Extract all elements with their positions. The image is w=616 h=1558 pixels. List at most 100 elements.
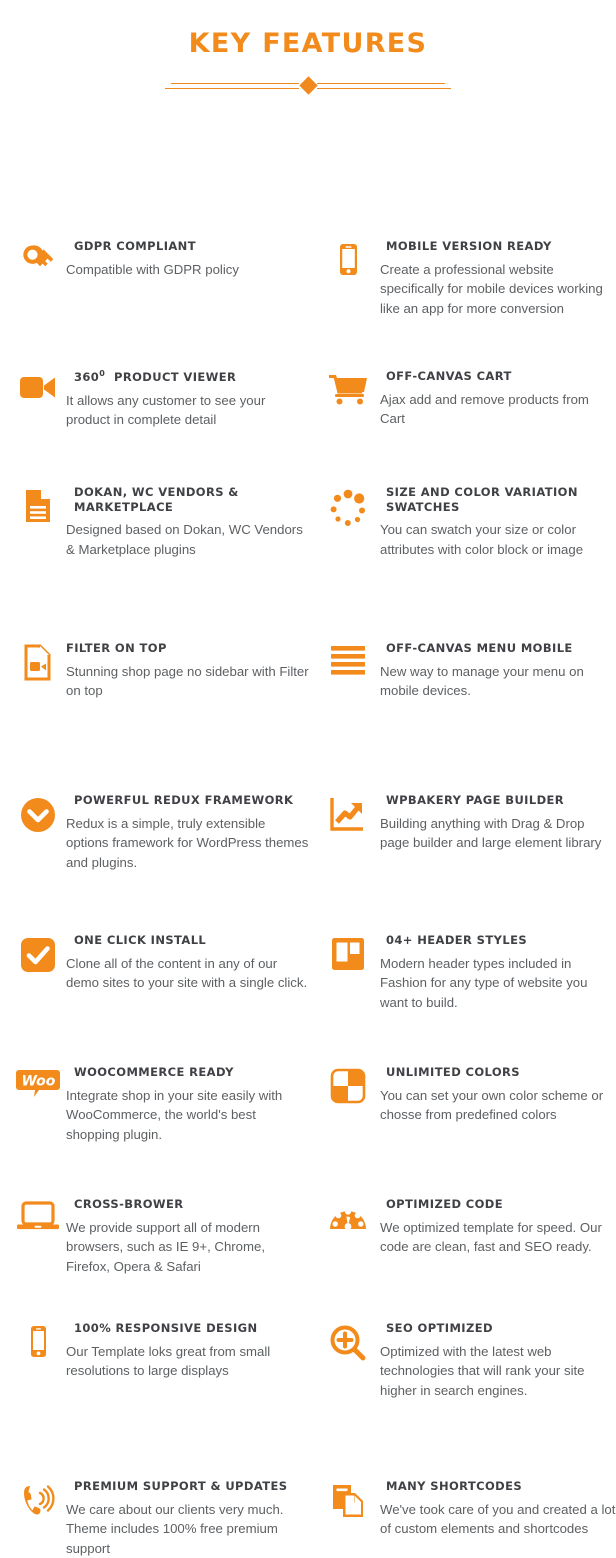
feature-text: WOOCOMMERCE READY Integrate shop in your… — [66, 1065, 310, 1144]
feature-item: 04+ HEADER STYLES Modern header types in… — [320, 933, 616, 1012]
mobile-phone-icon — [320, 239, 376, 281]
feature-item: MANY SHORTCODES We've took care of you a… — [320, 1479, 616, 1539]
feature-description: Optimized with the latest web technologi… — [380, 1343, 585, 1398]
feature-text: OFF-CANVAS MENU MOBILE New way to manage… — [376, 641, 616, 701]
feature-item: UNLIMITED COLORS You can set your own co… — [320, 1065, 616, 1125]
feature-description: Designed based on Dokan, WC Vendors & Ma… — [66, 522, 303, 557]
feature-title: MANY SHORTCODES — [386, 1479, 523, 1493]
feature-title: WOOCOMMERCE READY — [74, 1065, 234, 1079]
feature-title: FILTER ON TOP — [66, 641, 167, 655]
feature-text: 3600 PRODUCT VIEWER It allows any custom… — [66, 369, 310, 430]
feature-description: Modern header types included in Fashion … — [380, 955, 588, 1010]
feature-description: Create a professional website specifical… — [380, 261, 603, 316]
diamond-divider-icon — [153, 73, 463, 99]
diamond-icon — [298, 76, 318, 95]
color-swatch-dots-icon — [320, 485, 376, 529]
feature-description: Our Template loks great from small resol… — [66, 1343, 271, 1379]
feature-item: POWERFUL REDUX FRAMEWORK Redux is a simp… — [10, 793, 310, 872]
feature-text: OPTIMIZED CODE We optimized template for… — [376, 1197, 616, 1257]
feature-text: SEO OPTIMIZED Optimized with the latest … — [376, 1321, 616, 1400]
magnifier-plus-icon — [320, 1321, 376, 1363]
document-video-icon — [10, 641, 66, 683]
checkerboard-colors-icon — [320, 1065, 376, 1105]
page-title: KEY FEATURES — [188, 28, 428, 59]
feature-description: It allows any customer to see your produ… — [66, 392, 266, 428]
feature-item: OFF-CANVAS CART Ajax add and remove prod… — [320, 369, 616, 429]
laptop-icon — [10, 1197, 66, 1233]
feature-description: Clone all of the content in any of our d… — [66, 955, 308, 991]
feature-title: GDPR COMPLIANT — [74, 239, 196, 253]
feature-description: Building anything with Drag & Drop page … — [380, 815, 602, 851]
feature-description: Compatible with GDPR policy — [66, 261, 239, 277]
feature-title: SEO OPTIMIZED — [386, 1321, 493, 1335]
divider-line-left-lower — [165, 88, 299, 89]
feature-text: DOKAN, WC VENDORS & MARKETPLACE Designed… — [66, 485, 310, 560]
document-lines-icon — [10, 485, 66, 527]
feature-title: DOKAN, WC VENDORS & MARKETPLACE — [74, 485, 239, 514]
feature-text: FILTER ON TOP Stunning shop page no side… — [66, 641, 310, 701]
feature-description: You can set your own color scheme or cho… — [380, 1087, 604, 1123]
video-camera-icon — [10, 369, 66, 405]
feature-title: OFF-CANVAS MENU MOBILE — [386, 641, 573, 655]
feature-description: You can swatch your size or color attrib… — [380, 522, 584, 557]
feature-item: SEO OPTIMIZED Optimized with the latest … — [320, 1321, 616, 1400]
feature-text: SIZE AND COLOR VARIATION SWATCHES You ca… — [376, 485, 616, 560]
feature-text: OFF-CANVAS CART Ajax add and remove prod… — [376, 369, 616, 429]
growth-chart-icon — [320, 793, 376, 835]
feature-text: PREMIUM SUPPORT & UPDATES We care about … — [66, 1479, 310, 1558]
chevron-down-circle-icon — [10, 793, 66, 835]
page-header: KEY FEATURES — [0, 0, 616, 99]
feature-text: 100% RESPONSIVE DESIGN Our Template loks… — [66, 1321, 310, 1381]
speedometer-icon — [320, 1197, 376, 1235]
feature-item: Woo WOOCOMMERCE READY Integrate shop in … — [10, 1065, 310, 1144]
feature-item: ONE CLICK INSTALL Clone all of the conte… — [10, 933, 310, 993]
feature-title: POWERFUL REDUX FRAMEWORK — [74, 793, 294, 807]
feature-item: OFF-CANVAS MENU MOBILE New way to manage… — [320, 641, 616, 701]
feature-text: CROSS-BROWER We provide support all of m… — [66, 1197, 310, 1276]
shopping-cart-icon — [320, 369, 376, 407]
copy-documents-icon — [320, 1479, 376, 1521]
divider-line-right-lower — [317, 88, 451, 89]
key-icon — [10, 239, 66, 281]
feature-description: We provide support all of modern browser… — [66, 1219, 265, 1274]
feature-item: PREMIUM SUPPORT & UPDATES We care about … — [10, 1479, 310, 1558]
feature-title-main: PRODUCT VIEWER — [114, 369, 237, 384]
feature-text: ONE CLICK INSTALL Clone all of the conte… — [66, 933, 310, 993]
feature-text: WPBAKERY PAGE BUILDER Building anything … — [376, 793, 616, 853]
divider-line-right-upper — [317, 83, 445, 84]
feature-description: New way to manage your menu on mobile de… — [380, 663, 584, 699]
feature-item: CROSS-BROWER We provide support all of m… — [10, 1197, 310, 1276]
feature-title: MOBILE VERSION READY — [386, 239, 552, 253]
feature-item: 3600 PRODUCT VIEWER It allows any custom… — [10, 369, 310, 430]
feature-text: MOBILE VERSION READY Create a profession… — [376, 239, 616, 318]
feature-title-superscript: 0 — [99, 369, 106, 378]
feature-description: Redux is a simple, truly extensible opti… — [66, 815, 309, 870]
feature-description: We've took care of you and created a lot… — [380, 1501, 616, 1537]
feature-text: MANY SHORTCODES We've took care of you a… — [376, 1479, 616, 1539]
svg-text:Woo: Woo — [22, 1074, 56, 1090]
feature-item: DOKAN, WC VENDORS & MARKETPLACE Designed… — [10, 485, 310, 560]
feature-description: We optimized template for speed. Our cod… — [380, 1219, 602, 1255]
feature-item: FILTER ON TOP Stunning shop page no side… — [10, 641, 310, 701]
phone-ringing-icon — [10, 1479, 66, 1521]
feature-text: GDPR COMPLIANT Compatible with GDPR poli… — [66, 239, 310, 279]
feature-item: GDPR COMPLIANT Compatible with GDPR poli… — [10, 239, 310, 281]
feature-title: CROSS-BROWER — [74, 1197, 184, 1211]
feature-title-degrees: 360 — [74, 369, 100, 384]
feature-title: PREMIUM SUPPORT & UPDATES — [74, 1479, 288, 1493]
feature-title: OPTIMIZED CODE — [386, 1197, 504, 1211]
feature-item: OPTIMIZED CODE We optimized template for… — [320, 1197, 616, 1257]
header-layout-icon — [320, 933, 376, 973]
feature-title: 04+ HEADER STYLES — [386, 933, 528, 947]
divider-line-left-upper — [171, 83, 299, 84]
feature-text: POWERFUL REDUX FRAMEWORK Redux is a simp… — [66, 793, 310, 872]
feature-text: 04+ HEADER STYLES Modern header types in… — [376, 933, 616, 1012]
feature-title: 100% RESPONSIVE DESIGN — [74, 1321, 258, 1335]
feature-title: ONE CLICK INSTALL — [74, 933, 207, 947]
feature-description: Ajax add and remove products from Cart — [380, 391, 589, 427]
feature-title: OFF-CANVAS CART — [386, 369, 512, 383]
feature-item: WPBAKERY PAGE BUILDER Building anything … — [320, 793, 616, 853]
feature-title: UNLIMITED COLORS — [386, 1065, 520, 1079]
feature-title: 3600 PRODUCT VIEWER — [74, 369, 310, 385]
feature-description: Stunning shop page no sidebar with Filte… — [66, 663, 309, 699]
